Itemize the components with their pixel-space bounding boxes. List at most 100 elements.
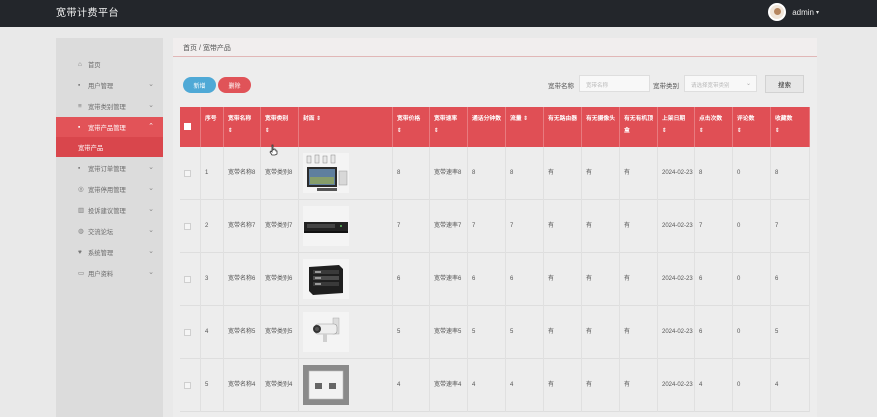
select-all-checkbox[interactable] [184,123,191,130]
cell-stb: 有 [620,200,658,253]
caret-down-icon[interactable]: ▾ [816,9,819,16]
cell-category: 宽带类别8 [261,147,299,200]
product-image-security-camera[interactable] [303,312,349,352]
sidebar-subitem-products[interactable]: 宽带产品 [56,137,163,157]
col-header-minutes[interactable]: 通话分钟数 [468,107,506,147]
category-select[interactable]: 请选择宽带类别 ⌄ [684,75,757,92]
add-button[interactable]: 新增 [183,77,216,93]
sidebar-item-users[interactable]: ▪ 用户管理 ⌄ [56,75,163,95]
product-image-server-rack[interactable] [303,259,349,299]
table-row[interactable]: 3 宽带名称6 宽带类别6 6 宽带速率6 6 6 有 有 有 2024-02-… [180,253,810,306]
delete-button[interactable]: 删除 [218,77,251,93]
cell-favorites: 6 [771,253,810,306]
cell-stb: 有 [620,359,658,412]
sidebar-item-suspend[interactable]: ◎ 宽带停用管理 ⌄ [56,179,163,199]
table-row[interactable]: 5 宽带名称4 宽带类别4 4 宽带速率4 4 4 有 有 有 2024-02-… [180,359,810,412]
cell-router: 有 [544,147,582,200]
row-select-cell[interactable] [180,147,201,200]
col-header-cover[interactable]: 封面 ⇕ [299,107,393,147]
sidebar-item-home[interactable]: ⌂ 首页 [56,54,163,74]
sidebar-item-products[interactable]: ▪ 宽带产品管理 ⌃ [56,117,163,137]
col-header-traffic[interactable]: 流量 ⇕ [506,107,544,147]
sidebar-item-label: 系统管理 [88,249,114,257]
col-header-favorites[interactable]: 收藏数 ⇕ [771,107,810,147]
cell-date: 2024-02-23 [658,147,695,200]
chevron-up-icon: ⌃ [148,123,154,130]
row-select-cell[interactable] [180,253,201,306]
product-image-network-switch[interactable] [303,206,349,246]
col-header-rate[interactable]: 宽带速率 ⇕ [430,107,468,147]
cell-comments: 0 [733,359,771,412]
cell-rate: 宽带速率6 [430,253,468,306]
cell-rate: 宽带速率7 [430,200,468,253]
avatar[interactable] [768,3,787,21]
category-filter-label: 宽带类别 [653,83,679,90]
cell-camera: 有 [582,147,620,200]
row-checkbox[interactable] [184,382,191,389]
cell-rate: 宽带速率4 [430,359,468,412]
name-search-input[interactable]: 宽带名称 [579,75,650,92]
chevron-down-icon: ⌄ [148,269,154,276]
col-header-date[interactable]: 上架日期 ⇕ [658,107,695,147]
breadcrumb: 首页 / 宽带产品 [173,38,817,57]
cell-name: 宽带名称5 [224,306,261,359]
cell-rate: 宽带速率8 [430,147,468,200]
category-placeholder: 请选择宽带类别 [691,83,730,89]
cell-traffic: 8 [506,147,544,200]
chart-icon: ▥ [78,207,85,214]
col-header-camera[interactable]: 有无摄像头 [582,107,620,147]
cell-traffic: 5 [506,306,544,359]
cell-camera: 有 [582,306,620,359]
user-menu[interactable]: admin ▾ [768,3,819,21]
sidebar-item-forum[interactable]: ◍ 交流论坛 ⌄ [56,221,163,241]
col-header-name[interactable]: 宽带名称 ⇕ [224,107,261,147]
cell-minutes: 6 [468,253,506,306]
cell-comments: 0 [733,306,771,359]
search-button[interactable]: 搜索 [765,75,804,93]
cell-date: 2024-02-23 [658,200,695,253]
product-image-camera-kit[interactable] [303,153,349,193]
cell-minutes: 5 [468,306,506,359]
sidebar-item-categories[interactable]: ≡ 宽带类别管理 ⌄ [56,96,163,116]
sidebar-item-orders[interactable]: ▪ 宽带订单管理 ⌄ [56,158,163,178]
row-select-cell[interactable] [180,306,201,359]
cell-traffic: 6 [506,253,544,306]
username[interactable]: admin [792,8,814,17]
chevron-down-icon: ⌄ [148,206,154,213]
sidebar-item-system[interactable]: ♥ 系统管理 ⌄ [56,242,163,262]
cell-router: 有 [544,306,582,359]
cell-cover [299,359,393,412]
product-image-wall-outlet[interactable] [303,365,349,405]
row-select-cell[interactable] [180,200,201,253]
cell-index: 2 [201,200,224,253]
sidebar-item-profile[interactable]: ▭ 用户资料 ⌄ [56,263,163,283]
col-header-stb[interactable]: 有无有机顶盒 [620,107,658,147]
col-header-price[interactable]: 宽带价格 ⇕ [393,107,430,147]
cell-stb: 有 [620,147,658,200]
col-header-router[interactable]: 有无路由器 [544,107,582,147]
table-row[interactable]: 4 宽带名称5 宽带类别5 5 宽带速率5 5 5 有 有 有 2024-02-… [180,306,810,359]
col-header-clicks[interactable]: 点击次数 ⇕ [695,107,733,147]
list-icon: ≡ [78,102,82,110]
row-checkbox[interactable] [184,276,191,283]
cell-price: 5 [393,306,430,359]
chevron-down-icon: ⌄ [148,185,154,192]
row-checkbox[interactable] [184,223,191,230]
row-select-cell[interactable] [180,359,201,412]
cell-index: 4 [201,306,224,359]
row-checkbox[interactable] [184,170,191,177]
cell-comments: 0 [733,147,771,200]
table-row[interactable]: 2 宽带名称7 宽带类别7 7 宽带速率7 7 7 有 有 有 2024-02-… [180,200,810,253]
cell-index: 3 [201,253,224,306]
col-header-category[interactable]: 宽带类别 ⇕ [261,107,299,147]
select-all-header[interactable] [180,107,201,147]
cell-clicks: 7 [695,200,733,253]
row-checkbox[interactable] [184,329,191,336]
cell-favorites: 7 [771,200,810,253]
cell-category: 宽带类别7 [261,200,299,253]
chevron-down-icon: ⌄ [745,81,751,87]
cell-index: 5 [201,359,224,412]
sidebar-item-complaints[interactable]: ▥ 投诉建议管理 ⌄ [56,200,163,220]
col-header-comments[interactable]: 评论数 ⇕ [733,107,771,147]
hand-cursor-icon [269,144,278,156]
